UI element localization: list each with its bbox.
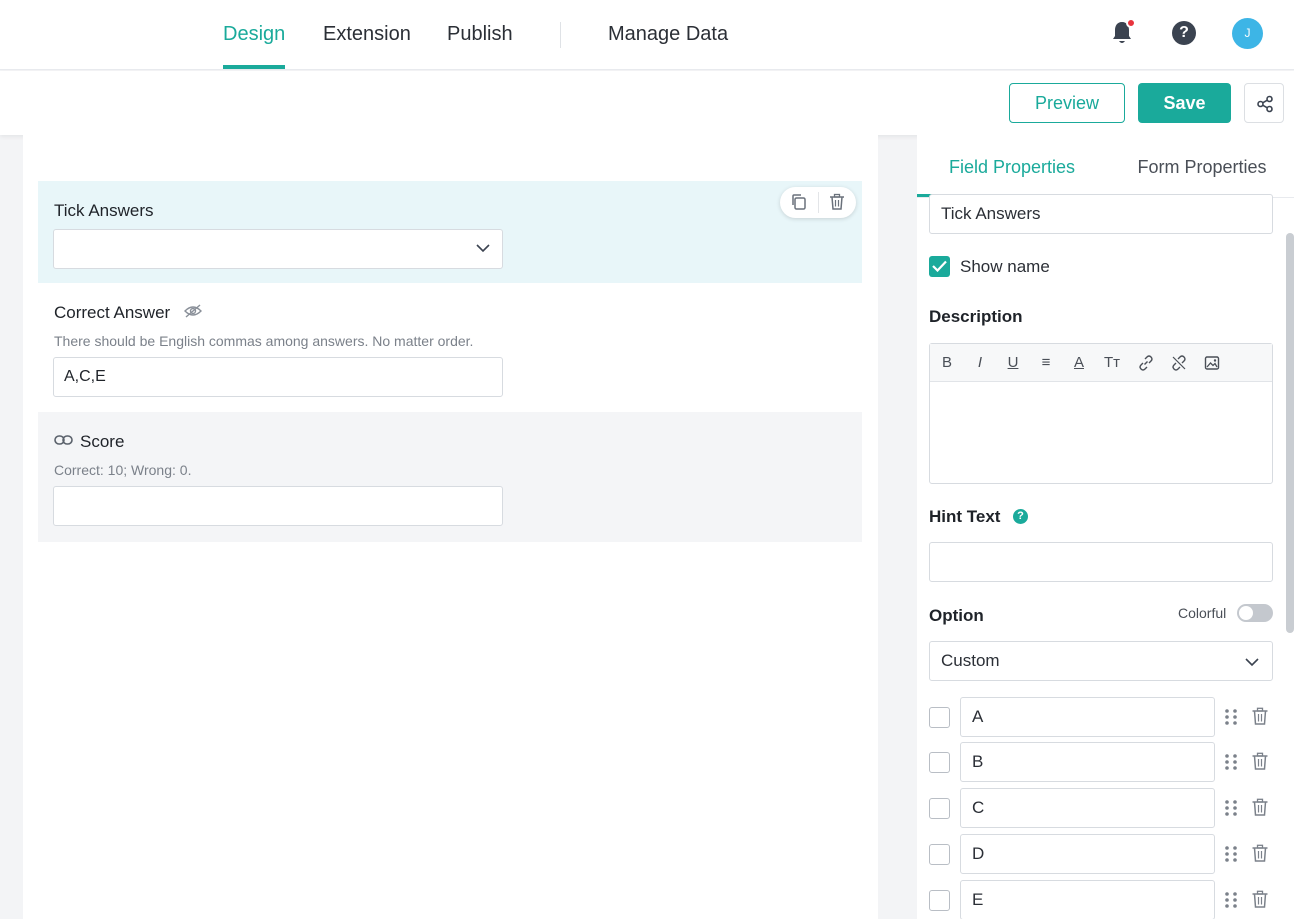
toolbar: Preview Save xyxy=(0,71,1294,135)
drag-handle-icon[interactable] xyxy=(1224,845,1238,863)
tab-extension[interactable]: Extension xyxy=(323,0,411,70)
chevron-down-icon xyxy=(476,244,490,253)
chevron-down-icon xyxy=(1245,658,1259,667)
tab-form-properties[interactable]: Form Properties xyxy=(1107,135,1294,197)
option-label: Option xyxy=(929,606,984,625)
tab-design[interactable]: Design xyxy=(223,0,286,70)
correct-answer-input[interactable]: A,C,E xyxy=(53,357,503,397)
copy-icon[interactable] xyxy=(790,193,808,211)
avatar[interactable]: J xyxy=(1232,18,1263,49)
option-b-input[interactable]: B xyxy=(960,742,1215,782)
drag-handle-icon[interactable] xyxy=(1224,799,1238,817)
preview-button[interactable]: Preview xyxy=(1009,83,1125,123)
share-icon xyxy=(1257,95,1273,113)
trash-icon[interactable] xyxy=(828,193,846,211)
link-icon xyxy=(54,435,73,445)
field-label: Correct Answer xyxy=(54,303,171,322)
field-name-input[interactable]: Tick Answers xyxy=(929,194,1273,234)
nav-divider xyxy=(560,22,561,48)
check-icon xyxy=(932,260,947,272)
field-hint: There should be English commas among ans… xyxy=(54,333,474,349)
show-name-checkbox[interactable] xyxy=(929,256,950,277)
field-label: Score xyxy=(80,432,125,451)
option-e-checkbox[interactable] xyxy=(929,890,950,911)
option-a-checkbox[interactable] xyxy=(929,707,950,728)
option-c-input[interactable]: C xyxy=(960,788,1215,828)
tab-field-properties[interactable]: Field Properties xyxy=(917,135,1107,197)
description-label: Description xyxy=(929,307,1023,326)
drag-handle-icon[interactable] xyxy=(1224,708,1238,726)
drag-handle-icon[interactable] xyxy=(1224,891,1238,909)
option-e-input[interactable]: E xyxy=(960,880,1215,919)
image-icon[interactable] xyxy=(1204,355,1220,371)
trash-icon[interactable] xyxy=(1251,844,1269,863)
underline-icon[interactable]: U xyxy=(1002,353,1024,373)
trash-icon[interactable] xyxy=(1251,707,1269,726)
divider xyxy=(818,192,819,213)
option-a-input[interactable]: A xyxy=(960,697,1215,737)
field-actions xyxy=(780,187,856,218)
help-icon[interactable]: ? xyxy=(1013,509,1028,524)
top-nav: Design Extension Publish Manage Data ? J xyxy=(0,0,1294,70)
trash-icon[interactable] xyxy=(1251,890,1269,909)
font-color-icon[interactable]: A xyxy=(1068,353,1090,373)
hint-text-input[interactable] xyxy=(929,542,1273,582)
share-button[interactable] xyxy=(1244,83,1284,123)
option-d-input[interactable]: D xyxy=(960,834,1215,874)
option-c-checkbox[interactable] xyxy=(929,798,950,819)
help-icon[interactable]: ? xyxy=(1172,21,1196,45)
option-source-select[interactable]: Custom xyxy=(929,641,1273,681)
description-editor[interactable]: B I U ≡ A Tт xyxy=(929,343,1273,484)
drag-handle-icon[interactable] xyxy=(1224,753,1238,771)
unlink-icon[interactable] xyxy=(1171,355,1187,371)
save-button[interactable]: Save xyxy=(1138,83,1231,123)
tick-answers-select[interactable] xyxy=(53,229,503,269)
notification-dot xyxy=(1126,18,1136,28)
field-correct-answer[interactable]: Correct Answer There should be English c… xyxy=(38,283,862,412)
link-icon[interactable] xyxy=(1138,355,1154,371)
field-label: Tick Answers xyxy=(54,201,154,220)
colorful-toggle[interactable] xyxy=(1237,604,1273,622)
editor-toolbar: B I U ≡ A Tт xyxy=(930,344,1272,382)
align-icon[interactable]: ≡ xyxy=(1035,353,1057,373)
tab-publish[interactable]: Publish xyxy=(447,0,513,70)
option-d-checkbox[interactable] xyxy=(929,844,950,865)
eye-off-icon xyxy=(184,304,202,318)
panel-scrollbar[interactable] xyxy=(1286,233,1294,633)
show-name-label: Show name xyxy=(960,257,1050,276)
italic-icon[interactable]: I xyxy=(969,353,991,373)
score-input[interactable] xyxy=(53,486,503,526)
font-size-icon[interactable]: Tт xyxy=(1101,353,1123,373)
trash-icon[interactable] xyxy=(1251,798,1269,817)
field-hint: Correct: 10; Wrong: 0. xyxy=(54,462,192,478)
hint-text-label: Hint Text xyxy=(929,507,1001,526)
properties-panel: Field Properties Form Properties Tick An… xyxy=(917,135,1294,919)
tab-manage-data[interactable]: Manage Data xyxy=(608,0,728,70)
option-b-checkbox[interactable] xyxy=(929,752,950,773)
form-canvas: Tick Answers Correct Answer There should… xyxy=(23,135,878,919)
trash-icon[interactable] xyxy=(1251,752,1269,771)
bold-icon[interactable]: B xyxy=(936,353,958,373)
field-tick-answers[interactable]: Tick Answers xyxy=(38,181,862,283)
field-score[interactable]: Score Correct: 10; Wrong: 0. xyxy=(38,412,862,542)
colorful-label: Colorful xyxy=(1178,605,1227,621)
